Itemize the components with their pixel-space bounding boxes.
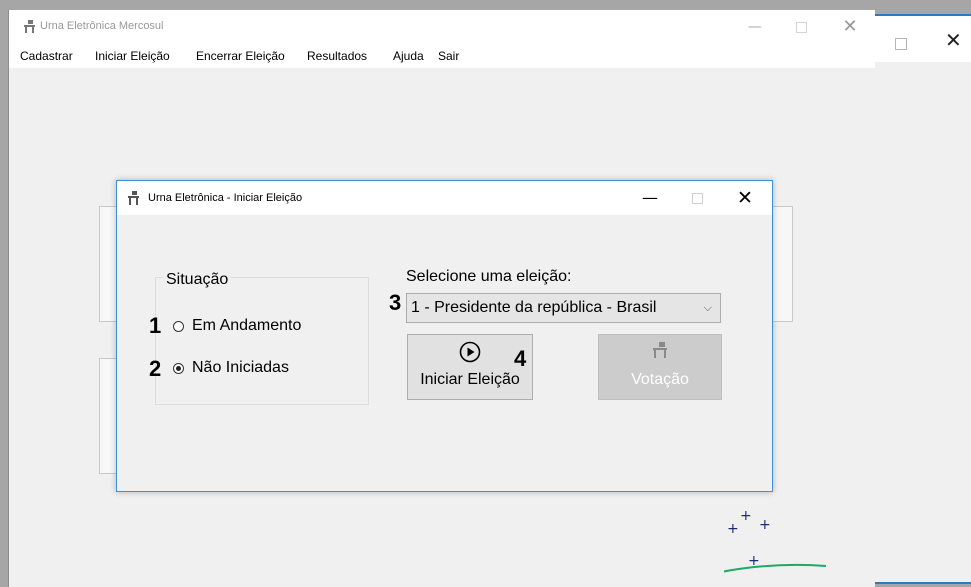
menu-ajuda[interactable]: Ajuda xyxy=(393,49,424,63)
annotation-3: 3 xyxy=(389,290,402,315)
main-window-title: Urna Eletrônica Mercosul xyxy=(40,20,164,32)
background-maximize-icon[interactable] xyxy=(895,38,907,50)
dialog-maximize-icon[interactable] xyxy=(674,183,720,213)
ballot-box-icon xyxy=(653,342,667,358)
annotation-1: 1 xyxy=(149,313,162,338)
ballot-box-icon xyxy=(128,191,139,205)
dialog-close-icon[interactable]: ✕ xyxy=(722,183,768,213)
iniciar-eleicao-dialog: Urna Eletrônica - Iniciar Eleição — ✕ Si… xyxy=(116,180,773,492)
main-titlebar: Urna Eletrônica Mercosul — ✕ xyxy=(9,10,875,44)
star-icon: + xyxy=(740,508,752,524)
annotation-4: 4 xyxy=(514,346,527,371)
radio-em-andamento[interactable]: Em Andamento xyxy=(173,317,301,335)
situacao-legend: Situação xyxy=(163,271,232,289)
radio-nao-iniciadas[interactable]: Não Iniciadas xyxy=(173,359,289,377)
radio-label: Em Andamento xyxy=(192,317,302,334)
background-window-edge xyxy=(875,582,971,584)
menu-sair[interactable]: Sair xyxy=(438,49,459,63)
radio-label: Não Iniciadas xyxy=(192,359,289,376)
votacao-label: Votação xyxy=(631,371,689,388)
dialog-title: Urna Eletrônica - Iniciar Eleição xyxy=(148,192,303,204)
election-select[interactable]: 1 - Presidente da república - Brasil ⌵ xyxy=(406,293,721,323)
election-select-value: 1 - Presidente da república - Brasil xyxy=(411,299,657,316)
background-window: ✕ xyxy=(874,14,971,584)
background-close-icon[interactable]: ✕ xyxy=(945,28,962,52)
main-minimize-icon[interactable]: — xyxy=(732,14,778,40)
logo-arc xyxy=(724,563,827,573)
dialog-minimize-icon[interactable]: — xyxy=(627,183,673,213)
election-select-label: Selecione uma eleição: xyxy=(406,268,572,285)
menu-resultados[interactable]: Resultados xyxy=(307,49,367,63)
menu-bar: Cadastrar Iniciar Eleição Encerrar Eleiç… xyxy=(9,44,875,68)
votacao-button[interactable]: Votação xyxy=(598,334,722,400)
radio-button-unchecked[interactable] xyxy=(173,320,184,332)
star-icon: + xyxy=(759,517,771,533)
play-circle-icon xyxy=(459,341,481,363)
situacao-groupbox xyxy=(155,277,369,405)
menu-cadastrar[interactable]: Cadastrar xyxy=(20,49,73,63)
annotation-2: 2 xyxy=(149,356,162,381)
ballot-box-icon xyxy=(24,20,35,33)
menu-encerrar-eleicao[interactable]: Encerrar Eleição xyxy=(196,49,285,63)
menu-iniciar-eleicao[interactable]: Iniciar Eleição xyxy=(95,49,170,63)
chevron-down-icon[interactable]: ⌵ xyxy=(704,294,712,322)
star-icon: + xyxy=(727,521,739,537)
main-close-icon[interactable]: ✕ xyxy=(827,14,873,40)
main-maximize-icon[interactable] xyxy=(778,14,824,40)
dialog-titlebar: Urna Eletrônica - Iniciar Eleição — ✕ xyxy=(117,181,772,215)
iniciar-eleicao-label: Iniciar Eleição xyxy=(420,371,520,388)
radio-button-checked[interactable] xyxy=(173,362,184,374)
mercosul-logo-stars: + + + + xyxy=(724,508,827,573)
